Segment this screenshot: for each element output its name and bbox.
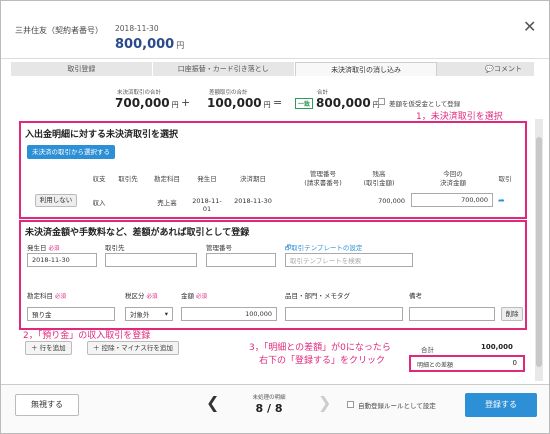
plus-sign: + [181, 96, 191, 109]
tab-direct-debit[interactable]: 口座振替・カード引き落とし [152, 62, 295, 76]
account-label: 勘定科目 必須 [27, 292, 67, 300]
issue-date-input[interactable]: 2018-11-30 [27, 253, 97, 267]
auto-rule-label: 自動登録ルールとして設定 [358, 402, 436, 410]
col-partner: 取引先 [118, 175, 138, 183]
tab-comment[interactable]: 💬コメント [437, 62, 535, 76]
annotation-step3-line2: 右下の「登録する」をクリック [259, 356, 386, 366]
amount-input[interactable]: 100,000 [181, 307, 277, 321]
account-name: 三井住友（契約者番号） [15, 26, 103, 35]
grand-total-value: 一致 800,000 円 [295, 96, 380, 110]
row-balance: 700,000 [378, 197, 405, 205]
suspense-checkbox[interactable] [378, 98, 385, 105]
issue-date-label: 発生日 必須 [27, 244, 60, 252]
row-type: 収入 [92, 199, 106, 207]
chevron-right-icon[interactable]: ❯ [318, 393, 331, 412]
dialog-footer: 無視する ❮ 未処理の明細 8 / 8 ❯ 自動登録ルールとして設定 登録する [1, 384, 549, 433]
suspense-checkbox-label: 差額を仮受金として登録 [389, 100, 461, 108]
tags-input[interactable] [285, 307, 403, 321]
match-badge: 一致 [295, 98, 314, 109]
grand-total-label: 合計 [317, 90, 329, 96]
tab-reconcile-unsettled[interactable]: 未決済取引の消し込み [294, 62, 438, 76]
col-issue-date: 発生日 [197, 175, 217, 183]
row-account: 売上高 [157, 199, 177, 207]
dropdown-arrow-icon: ▾ [164, 310, 168, 318]
lines-total-label: 合計 [421, 346, 434, 354]
template-search-input[interactable]: 取引テンプレートを検索 [285, 253, 413, 267]
statement-diff-box: 明細との差額 0 [409, 355, 525, 372]
add-row-button[interactable]: ＋ 行を追加 [25, 341, 72, 355]
dialog: 三井住友（契約者番号） 2018-11-30 800,000 円 ✕ 取引登録 口… [0, 0, 550, 434]
statement-amount: 800,000 円 [115, 37, 185, 52]
unuse-button[interactable]: 利用しない [35, 194, 77, 207]
select-unsettled-button[interactable]: 未決済の取引から選択する [27, 145, 115, 159]
annotation-step2: 2，「預り金」の収入取引を登録 [23, 331, 151, 341]
statement-diff-value: 0 [512, 359, 517, 367]
settle-amount-input[interactable]: 700,000 [411, 193, 493, 207]
unsettled-total-label: 未決済取引の合計 [117, 90, 162, 96]
tax-select[interactable]: 対象外 ▾ [125, 307, 173, 321]
close-icon[interactable]: ✕ [523, 17, 536, 36]
tags-label: 品目・部門・メモタグ [285, 292, 350, 300]
annotation-step3-line1: 3，「明細との差額」が0になったら [249, 343, 391, 353]
tax-label: 税区分 必須 [125, 292, 158, 300]
row-due-date: 2018-11-30 [234, 197, 272, 205]
col-type: 収支 [92, 175, 106, 183]
row-issue-date: 2018-11-01 [192, 197, 222, 213]
partner-input[interactable] [105, 253, 197, 267]
amount-label: 金額 必須 [181, 292, 208, 300]
col-current-sub: 決済金額 [440, 179, 466, 187]
partner-label: 取引先 [105, 244, 125, 252]
add-deduction-row-button[interactable]: ＋ 控除・マイナス行を追加 [87, 341, 179, 355]
diff-total-value: 100,000 円 [207, 96, 271, 110]
statement-diff-label: 明細との差額 [417, 362, 453, 369]
col-balance-sub: (取引金額) [363, 179, 395, 187]
open-transaction-icon[interactable]: ➦ [498, 196, 505, 205]
chevron-left-icon[interactable]: ❮ [206, 393, 219, 412]
note-input[interactable] [409, 307, 495, 321]
unsettled-total-value: 700,000 円 [115, 96, 179, 110]
tab-bar: 取引登録 口座振替・カード引き落とし 未決済取引の消し込み 💬コメント [11, 62, 535, 76]
col-mgmt-sub: (請求書番号) [304, 179, 342, 187]
lines-total-value: 100,000 [481, 343, 513, 351]
tab-register[interactable]: 取引登録 [11, 62, 153, 76]
account-input[interactable]: 預り金 [27, 307, 115, 321]
col-account: 勘定科目 [154, 175, 180, 183]
ignore-button[interactable]: 無視する [15, 394, 79, 416]
diff-total-label: 差額取引の合計 [209, 90, 248, 96]
auto-rule-checkbox[interactable] [347, 401, 354, 408]
statement-date: 2018-11-30 [115, 24, 159, 33]
section1-title: 入出金明細に対する未決済取引を選択 [25, 130, 179, 140]
dialog-header: 三井住友（契約者番号） 2018-11-30 800,000 円 ✕ [1, 1, 549, 59]
delete-row-button[interactable]: 削除 [501, 307, 523, 321]
equals-sign: = [273, 96, 283, 109]
unprocessed-label: 未処理の明細 [252, 395, 286, 401]
mgmt-input[interactable] [206, 253, 276, 267]
col-due-date: 決済期日 [240, 175, 266, 183]
scrollbar-thumb[interactable] [536, 137, 542, 367]
mgmt-label: 管理番号 [206, 244, 232, 252]
unprocessed-count: 8 / 8 [255, 402, 283, 415]
col-transaction: 取引 [498, 175, 512, 183]
section2-title: 未決済金額や手数料など、差額があれば取引として登録 [25, 228, 250, 238]
register-button[interactable]: 登録する [465, 393, 537, 417]
note-label: 備考 [409, 292, 422, 300]
